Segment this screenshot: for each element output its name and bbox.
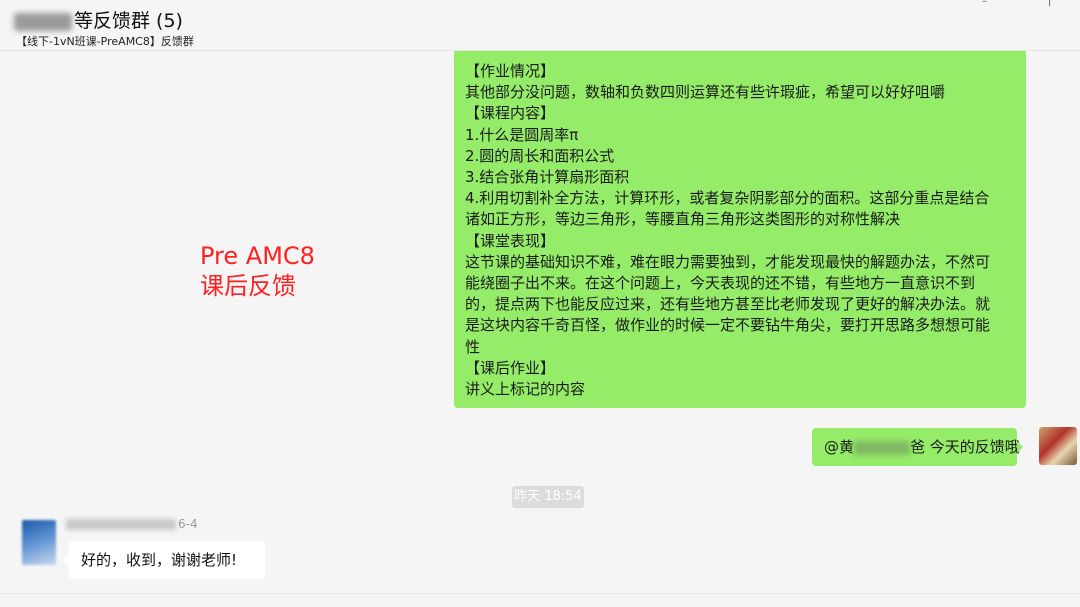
- feedback-line: 其他部分没问题，数轴和负数四则运算还有些许瑕疵，希望可以好好咀嚼: [465, 83, 946, 102]
- feedback-line: 1.什么是圆周率π: [465, 125, 579, 144]
- mention-suffix: 爸 今天的反馈哦: [910, 438, 1020, 456]
- sender-name: 6-4: [66, 517, 198, 531]
- feedback-line: 【课堂表现】: [465, 231, 556, 250]
- bubble-tail: [63, 554, 69, 566]
- window-close-icon[interactable]: |: [1048, 0, 1058, 7]
- chat-title-text: 等反馈群 (5): [74, 10, 183, 32]
- incoming-message-text: 好的，收到，谢谢老师!: [81, 551, 238, 569]
- feedback-line: 的，提点两下也能反应过来，还有些地方甚至比老师发现了更好的解决办法。就: [465, 295, 991, 314]
- feedback-line: 3.结合张角计算扇形面积: [465, 168, 630, 187]
- overlay-label: Pre AMC8 课后反馈: [200, 241, 315, 301]
- outgoing-mention-message[interactable]: @黄 爸 今天的反馈哦: [812, 428, 1023, 466]
- incoming-message[interactable]: 好的，收到，谢谢老师!: [63, 541, 265, 579]
- feedback-line: 2.圆的周长和面积公式: [465, 146, 615, 165]
- timestamp-divider: 昨天 18:54: [512, 486, 584, 508]
- sender-avatar[interactable]: [22, 520, 56, 565]
- feedback-line: 这节课的基础知识不难，难在眼力需要独到，才能发现最快的解题办法，不然可: [465, 252, 991, 271]
- overlay-label-line2: 课后反馈: [200, 272, 296, 300]
- redacted-mention-name: [854, 440, 911, 455]
- feedback-line: 讲义上标记的内容: [465, 380, 586, 399]
- feedback-line: 能绕圈子出不来。在这个问题上，今天表现的还不错，有些地方一直意识不到: [465, 274, 976, 293]
- mention-prefix: @黄: [824, 438, 855, 456]
- redacted-sender-name: [66, 519, 176, 530]
- input-divider: [0, 593, 1080, 594]
- feedback-line: 诸如正方形，等边三角形，等腰直角三角形这类图形的对称性解决: [465, 210, 901, 229]
- overlay-label-line1: Pre AMC8: [200, 242, 315, 270]
- bubble-tail: [1017, 441, 1023, 453]
- feedback-line: 是这块内容千奇百怪，做作业的时候一定不要钻牛角尖，要打开思路多想想可能: [465, 316, 991, 335]
- outgoing-feedback-message[interactable]: 【作业情况】其他部分没问题，数轴和负数四则运算还有些许瑕疵，希望可以好好咀嚼 【课…: [454, 51, 1026, 409]
- feedback-line: 【课后作业】: [465, 358, 556, 377]
- window-minimize-icon[interactable]: –: [982, 0, 992, 7]
- feedback-line: 4.利用切割补全方法，计算环形，或者复杂阴影部分的面积。这部分重点是结合: [465, 189, 990, 208]
- my-avatar[interactable]: [1039, 427, 1077, 465]
- chat-subtitle: 【线下-1vN班课-PreAMC8】反馈群: [16, 35, 194, 48]
- feedback-line: 性: [465, 337, 481, 356]
- chat-title[interactable]: 等反馈群 (5): [14, 6, 183, 33]
- message-list[interactable]: Pre AMC8 课后反馈 【作业情况】其他部分没问题，数轴和负数四则运算还有些…: [0, 51, 1080, 607]
- feedback-message-body: 【作业情况】其他部分没问题，数轴和负数四则运算还有些许瑕疵，希望可以好好咀嚼 【课…: [465, 61, 1016, 400]
- chat-header: 等反馈群 (5) 【线下-1vN班课-PreAMC8】反馈群 – |: [0, 0, 1080, 51]
- feedback-line: 【作业情况】: [465, 62, 556, 80]
- sender-name-suffix: 6-4: [178, 517, 198, 531]
- clipped-line: [465, 51, 1016, 61]
- feedback-line: 【课程内容】: [465, 104, 556, 123]
- redacted-group-name: [14, 12, 72, 31]
